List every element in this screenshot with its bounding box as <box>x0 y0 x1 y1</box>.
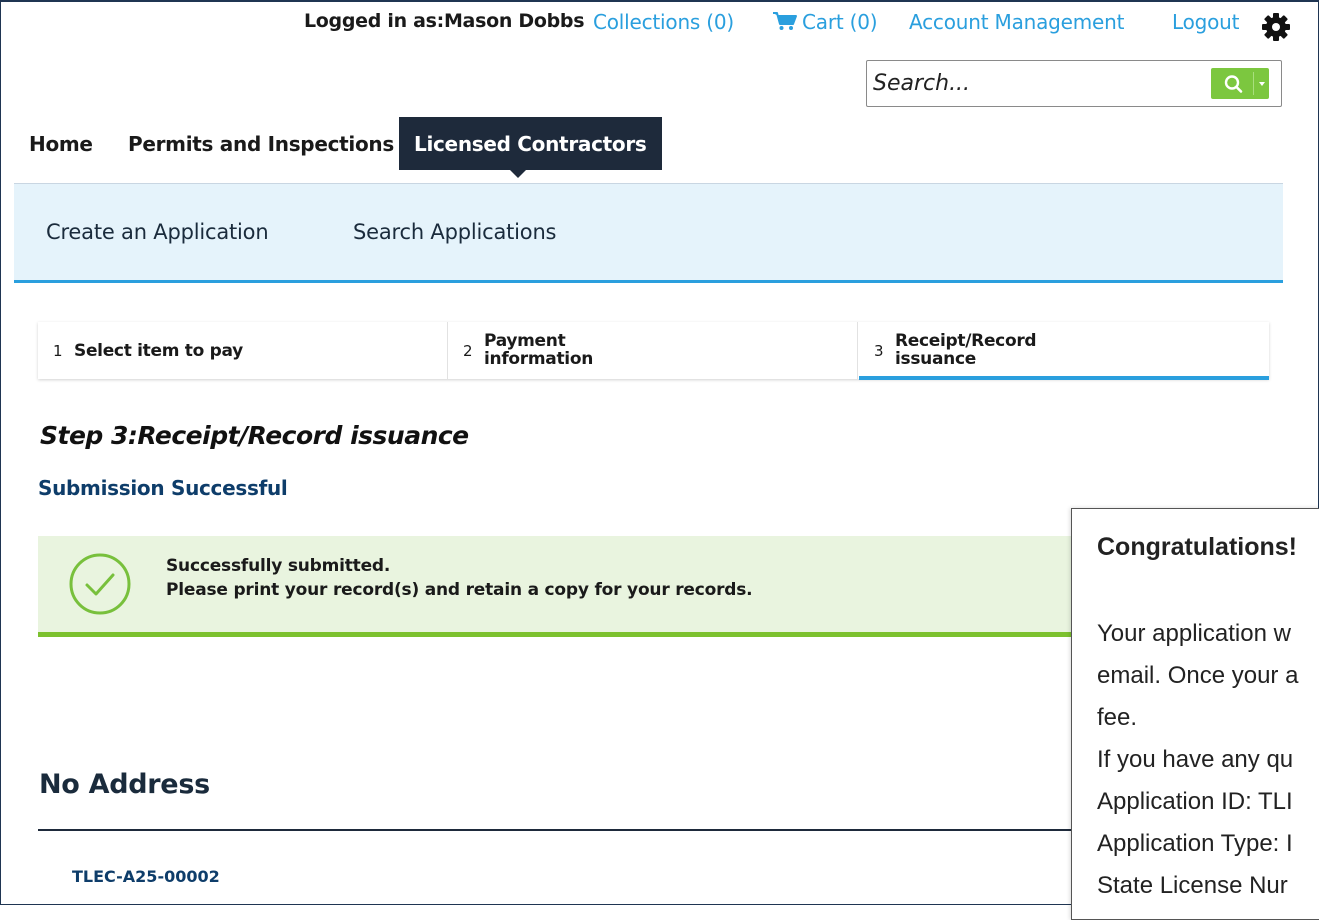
search-icon <box>1224 75 1243 93</box>
logout-link[interactable]: Logout <box>1172 10 1239 34</box>
record-id-link[interactable]: TLEC-A25-00002 <box>72 867 220 886</box>
dialog-text-line: If you have any qu <box>1097 746 1294 773</box>
nav-item-permits-and-inspections[interactable]: Permits and Inspections <box>128 117 394 170</box>
step-label-line1: Receipt/Record <box>895 331 1037 351</box>
dialog-text-line: fee. <box>1097 704 1138 731</box>
dialog-text-line: Application ID: TLI <box>1097 788 1293 815</box>
active-step-bar <box>859 376 1269 380</box>
collections-link[interactable]: Collections (0) <box>593 10 734 34</box>
step-indicator: 1 Select item to pay 2 Payment informati… <box>38 322 1269 380</box>
success-line-2: Please print your record(s) and retain a… <box>166 580 753 600</box>
subnav-item-create-application[interactable]: Create an Application <box>46 220 269 244</box>
dialog-text-line: Application Type: I <box>1097 830 1293 857</box>
gear-icon[interactable] <box>1260 11 1292 43</box>
step-number: 1 <box>53 342 63 360</box>
nav-item-home[interactable]: Home <box>29 117 93 170</box>
step-number: 3 <box>874 342 884 360</box>
success-message: Successfully submitted. Please print you… <box>38 536 1098 637</box>
cart-link[interactable]: Cart (0) <box>772 10 878 36</box>
cart-label: Cart (0) <box>802 10 878 34</box>
step-label-line1: Payment <box>484 331 566 351</box>
user-bar: Logged in as:Mason Dobbs Collections (0)… <box>0 8 1319 41</box>
address-divider <box>38 829 1078 831</box>
step-1[interactable]: 1 Select item to pay <box>38 322 448 379</box>
congratulations-dialog: Congratulations! Your application w emai… <box>1071 508 1319 920</box>
nav-item-label: Licensed Contractors <box>414 132 647 156</box>
step-3[interactable]: 3 Receipt/Record issuance <box>859 322 1269 380</box>
address-heading: No Address <box>39 769 210 800</box>
dialog-text-line: State License Nur <box>1097 872 1288 899</box>
success-line-1: Successfully submitted. <box>166 556 391 576</box>
search-box <box>866 60 1282 107</box>
submission-title: Submission Successful <box>38 476 288 500</box>
page-title: Step 3:Receipt/Record issuance <box>40 421 469 450</box>
sub-nav: Create an Application Search Application… <box>14 184 1283 283</box>
logged-in-label: Logged in as:Mason Dobbs <box>304 10 585 32</box>
nav-item-licensed-contractors[interactable]: Licensed Contractors <box>399 117 662 178</box>
cart-icon <box>772 11 798 36</box>
dialog-title: Congratulations! <box>1097 533 1297 561</box>
check-circle-icon <box>68 552 132 620</box>
subnav-item-search-applications[interactable]: Search Applications <box>353 220 557 244</box>
dialog-text-line: Your application w <box>1097 620 1291 647</box>
step-label-line2: issuance <box>895 349 976 369</box>
active-indicator <box>510 170 526 178</box>
chevron-down-icon[interactable] <box>1259 82 1265 86</box>
step-label-line2: information <box>484 349 594 369</box>
step-label: Select item to pay <box>74 341 243 361</box>
step-number: 2 <box>463 342 473 360</box>
search-input[interactable] <box>873 67 1193 99</box>
search-button[interactable] <box>1211 68 1269 99</box>
step-2[interactable]: 2 Payment information <box>448 322 858 379</box>
dialog-text-line: email. Once your a <box>1097 662 1299 689</box>
search-divider <box>1253 72 1254 95</box>
account-management-link[interactable]: Account Management <box>909 10 1124 34</box>
